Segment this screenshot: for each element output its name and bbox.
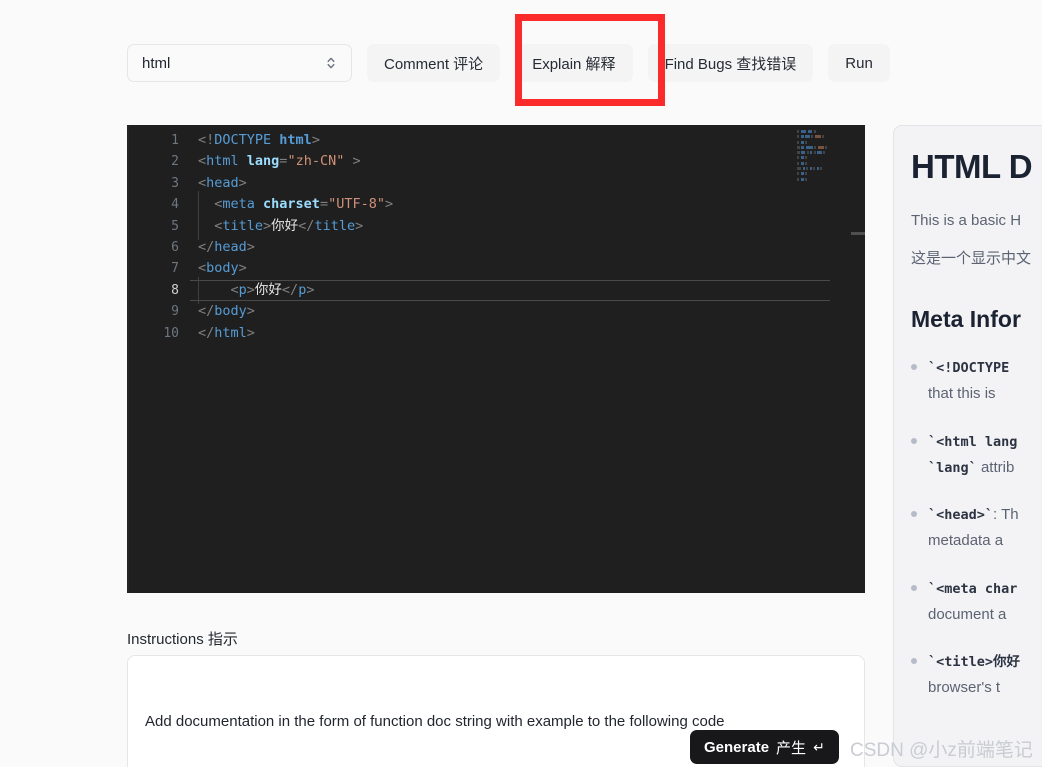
code-line-text: <head> bbox=[198, 174, 247, 191]
code-line-text: </html> bbox=[198, 324, 255, 341]
bullet-icon bbox=[911, 511, 917, 517]
output-subheading: Meta Infor bbox=[911, 306, 1021, 332]
code-line-text: </head> bbox=[198, 238, 255, 255]
output-list-item: `<!DOCTYPE that this is bbox=[911, 355, 1042, 408]
updown-chevron-icon bbox=[325, 55, 337, 71]
language-select-value: html bbox=[142, 54, 171, 72]
code-line-text: <html lang="zh-CN" > bbox=[198, 153, 361, 170]
code-editor[interactable]: 1 <!DOCTYPE html> 2 <html lang="zh-CN" > 3 <h… bbox=[127, 125, 865, 593]
toolbar: html Comment 评论 Explain 解释 Find Bugs 查找错… bbox=[127, 44, 890, 82]
run-button[interactable]: Run bbox=[828, 44, 890, 82]
line-number: 1 bbox=[171, 133, 179, 148]
code-line-text: <meta charset="UTF-8"> bbox=[179, 191, 393, 220]
output-list-item-text: `<html lang `lang` attrib bbox=[928, 433, 1018, 476]
output-list-item-text: `<head>`: Th metadata a bbox=[928, 506, 1019, 550]
code-line[interactable]: 4 <meta charset="UTF-8"> bbox=[127, 191, 865, 220]
code-line-text: <body> bbox=[198, 260, 247, 277]
bullet-icon bbox=[911, 584, 917, 591]
code-line-text: <p>你好</p> bbox=[179, 276, 314, 305]
code-line-text: <!DOCTYPE html> bbox=[198, 132, 320, 148]
bullet-icon bbox=[911, 437, 917, 444]
generate-label: Generate bbox=[704, 738, 770, 756]
output-list-item: `<html lang `lang` attrib bbox=[911, 429, 1042, 482]
language-select[interactable]: html bbox=[127, 44, 352, 82]
editor-vertical-scrollbar[interactable] bbox=[851, 125, 865, 593]
bullet-icon bbox=[911, 364, 917, 370]
code-line-text: <title>你好</title> bbox=[179, 212, 363, 241]
instructions-label: Instructions 指示 bbox=[127, 631, 238, 648]
output-list-item: `<head>`: Th metadata a bbox=[911, 502, 1042, 555]
code-line[interactable]: 5 <title>你好</title> bbox=[127, 212, 865, 241]
line-number: 8 bbox=[171, 282, 179, 298]
output-list-item-text: `<meta char document a bbox=[928, 580, 1018, 623]
code-line[interactable]: 2 <html lang="zh-CN" > bbox=[127, 151, 865, 172]
line-number: 5 bbox=[171, 218, 179, 234]
line-number: 10 bbox=[163, 325, 179, 341]
line-number: 6 bbox=[171, 239, 179, 255]
output-list-item: `<meta char document a bbox=[911, 576, 1042, 629]
explain-button[interactable]: Explain 解释 bbox=[515, 44, 633, 82]
code-line[interactable]: 3 <head> bbox=[127, 173, 865, 194]
enter-key-icon: ↵ bbox=[813, 738, 825, 755]
line-number: 2 bbox=[171, 154, 179, 170]
generate-label-cn: 产生 bbox=[776, 739, 807, 757]
line-number: 9 bbox=[171, 304, 179, 320]
output-panel[interactable]: HTML D This is a basic H 这是一个显示中文 Meta I… bbox=[893, 125, 1042, 767]
code-line[interactable]: 6 </head> bbox=[127, 237, 865, 258]
bullet-icon bbox=[911, 658, 917, 664]
output-list: `<!DOCTYPE that this is `<html lang `lang`… bbox=[911, 355, 1042, 702]
output-list-item-text: `<!DOCTYPE that this is bbox=[928, 360, 1010, 403]
output-list-item-text: `<title>你好 browser's t bbox=[928, 654, 1021, 697]
editor-scrollbar-thumb[interactable] bbox=[851, 232, 865, 235]
code-line[interactable]: 10 </html> bbox=[127, 323, 865, 344]
code-lines: 1 <!DOCTYPE html> 2 <html lang="zh-CN" > 3 <h… bbox=[127, 130, 865, 344]
code-line[interactable]: 9 </body> bbox=[127, 301, 865, 322]
output-heading: HTML D bbox=[911, 148, 1033, 185]
generate-button[interactable]: Generate 产生 ↵ bbox=[690, 730, 839, 764]
line-number: 3 bbox=[171, 175, 179, 191]
find-bugs-button[interactable]: Find Bugs 查找错误 bbox=[647, 44, 814, 82]
line-number: 7 bbox=[171, 261, 179, 277]
code-line[interactable]: 7 <body> bbox=[127, 258, 865, 279]
output-list-item: `<title>你好 browser's t bbox=[911, 649, 1042, 702]
output-paragraph: This is a basic H bbox=[911, 212, 1022, 229]
line-number: 4 bbox=[171, 197, 179, 213]
comment-button[interactable]: Comment 评论 bbox=[367, 44, 501, 82]
code-line[interactable]: 8 <p>你好</p> bbox=[127, 276, 865, 305]
output-paragraph: 这是一个显示中文 bbox=[911, 250, 1032, 267]
code-line-text: </body> bbox=[198, 303, 255, 320]
code-line[interactable]: 1 <!DOCTYPE html> bbox=[127, 130, 865, 151]
